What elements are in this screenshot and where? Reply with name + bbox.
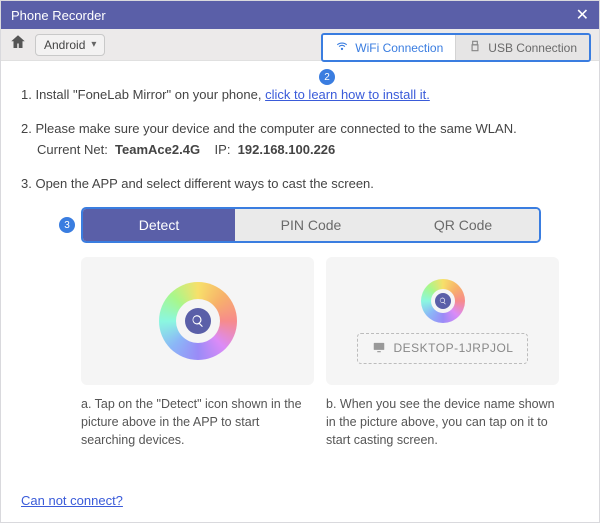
tab-pin-code[interactable]: PIN Code <box>235 209 387 241</box>
step-2: 2. Please make sure your device and the … <box>21 119 579 160</box>
step-3-text: 3. Open the APP and select different way… <box>21 174 579 194</box>
tab-usb-label: USB Connection <box>488 41 577 55</box>
color-wheel-icon <box>159 282 237 360</box>
close-icon[interactable]: ✕ <box>576 5 589 25</box>
chevron-down-icon: ▾ <box>91 39 96 50</box>
cast-method-row: 3 Detect PIN Code QR Code <box>81 207 579 243</box>
step-1-text: 1. Install "FoneLab Mirror" on your phon… <box>21 87 265 102</box>
content-area: 1. Install "FoneLab Mirror" on your phon… <box>1 61 599 522</box>
panel-detect <box>81 257 314 385</box>
tab-qr-code[interactable]: QR Code <box>387 209 539 241</box>
platform-dropdown[interactable]: Android ▾ <box>35 34 105 56</box>
usb-icon <box>468 39 482 56</box>
ip-value: 192.168.100.226 <box>238 142 336 157</box>
tab-wifi-label: WiFi Connection <box>355 41 443 55</box>
toolbar: Android ▾ WiFi Connection USB Connection… <box>1 29 599 61</box>
panel-captions: a. Tap on the "Detect" icon shown in the… <box>81 395 559 449</box>
step-2-text: 2. Please make sure your device and the … <box>21 119 579 139</box>
monitor-icon <box>372 340 386 357</box>
tab-wifi-connection[interactable]: WiFi Connection <box>323 35 455 60</box>
current-net-value: TeamAce2.4G <box>115 142 200 157</box>
step-3: 3. Open the APP and select different way… <box>21 174 579 194</box>
caption-b: b. When you see the device name shown in… <box>326 395 559 449</box>
install-help-link[interactable]: click to learn how to install it. <box>265 87 430 102</box>
illustration-panels: DESKTOP-1JRPJOL <box>81 257 559 385</box>
wifi-icon <box>335 39 349 56</box>
home-icon[interactable] <box>9 33 27 56</box>
color-wheel-small-icon <box>421 279 465 323</box>
step-1: 1. Install "FoneLab Mirror" on your phon… <box>21 85 579 105</box>
current-net-label: Current Net: <box>37 142 108 157</box>
magnifier-icon <box>185 308 211 334</box>
connection-tabs: WiFi Connection USB Connection <box>321 33 591 62</box>
tab-detect[interactable]: Detect <box>83 209 235 241</box>
titlebar: Phone Recorder ✕ <box>1 1 599 29</box>
device-name-box[interactable]: DESKTOP-1JRPJOL <box>357 333 529 364</box>
step-badge-3: 3 <box>59 217 75 233</box>
cast-method-tabs: Detect PIN Code QR Code <box>81 207 541 243</box>
step-2-details: Current Net: TeamAce2.4G IP: 192.168.100… <box>21 140 579 160</box>
app-window: Phone Recorder ✕ Android ▾ WiFi Connecti… <box>0 0 600 523</box>
magnifier-small-icon <box>435 293 451 309</box>
window-title: Phone Recorder <box>11 8 106 23</box>
device-name-value: DESKTOP-1JRPJOL <box>394 341 514 355</box>
caption-a: a. Tap on the "Detect" icon shown in the… <box>81 395 314 449</box>
panel-device: DESKTOP-1JRPJOL <box>326 257 559 385</box>
tab-usb-connection[interactable]: USB Connection <box>455 35 589 60</box>
ip-label: IP: <box>215 142 231 157</box>
cannot-connect-link[interactable]: Can not connect? <box>21 493 123 508</box>
platform-label: Android <box>44 38 85 52</box>
